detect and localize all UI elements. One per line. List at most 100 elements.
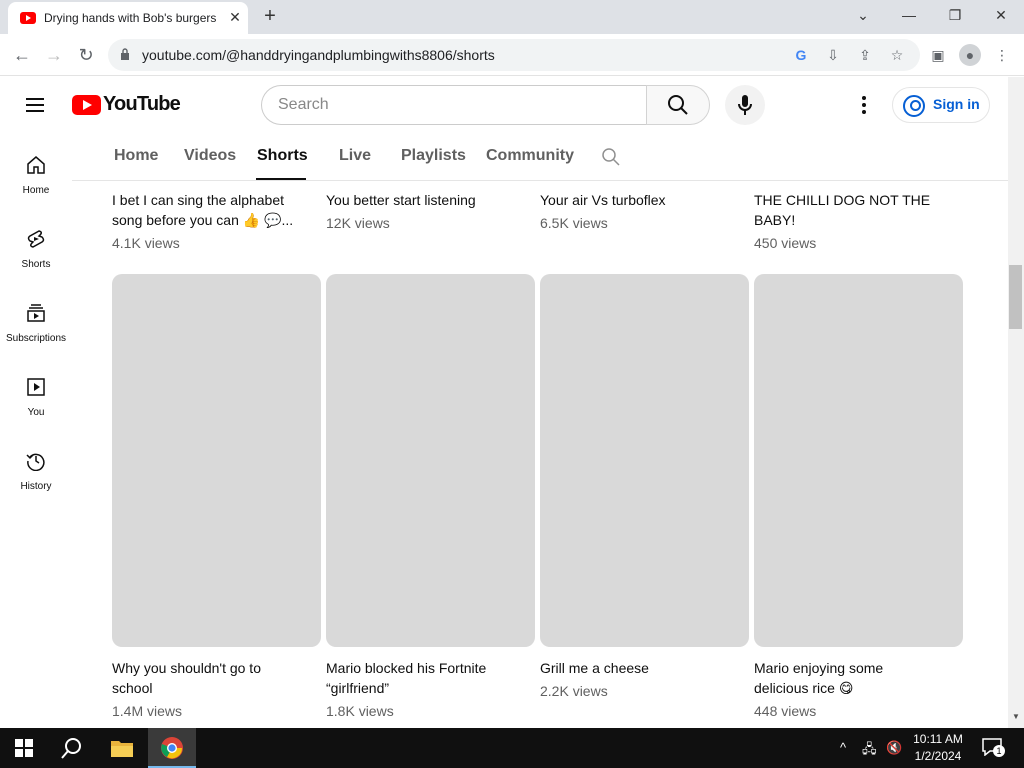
short-views: 6.5K views <box>540 215 608 231</box>
browser-tab[interactable]: Drying hands with Bob's burgers ✕ <box>8 2 248 34</box>
folder-icon <box>111 741 133 757</box>
short-thumbnail[interactable] <box>326 274 535 647</box>
history-icon <box>26 453 45 471</box>
short-views: 448 views <box>754 703 817 719</box>
close-window-button[interactable]: ✕ <box>978 0 1024 34</box>
microphone-icon <box>738 95 752 115</box>
scroll-down-arrow-icon[interactable]: ▼ <box>1010 712 1022 724</box>
windows-logo-icon <box>15 739 33 757</box>
url-text[interactable]: youtube.com/@handdryingandplumbingwiths8… <box>142 47 495 63</box>
clock-date[interactable]: 1/2/2024 <box>906 749 970 763</box>
profile-avatar-icon[interactable]: ● <box>959 44 981 66</box>
guide-label: Shorts <box>21 259 51 270</box>
search-button[interactable] <box>646 85 710 125</box>
search-icon <box>668 95 688 115</box>
short-title[interactable]: I bet I can sing the alphabet <box>112 190 312 210</box>
page-scrollbar[interactable] <box>1008 77 1024 728</box>
notifications-button[interactable]: 1 <box>982 738 1005 758</box>
short-title[interactable]: Why you shouldn't go to <box>112 658 312 678</box>
tabs-divider <box>72 180 1008 181</box>
guide-item-shorts[interactable]: Shorts <box>0 229 72 295</box>
youtube-logo-text[interactable]: YouTube <box>103 93 181 116</box>
hamburger-menu-icon[interactable] <box>24 93 48 117</box>
account-icon <box>903 95 925 117</box>
voice-search-button[interactable] <box>725 85 765 125</box>
subscriptions-icon <box>27 304 45 322</box>
youtube-page: YouTube Search Sign in Home Shorts Subsc… <box>0 77 1008 728</box>
short-thumbnail[interactable] <box>540 274 749 647</box>
guide-item-history[interactable]: History <box>0 451 72 517</box>
chrome-menu-icon[interactable]: ⋮ <box>991 44 1013 66</box>
bookmark-star-icon[interactable]: ☆ <box>888 46 906 64</box>
minimize-button[interactable]: — <box>886 0 932 34</box>
file-explorer-button[interactable] <box>98 728 146 768</box>
short-thumbnail[interactable] <box>754 274 963 647</box>
short-title[interactable]: Grill me a cheese <box>540 658 740 678</box>
network-icon[interactable]: 🖧 <box>862 740 877 762</box>
tab-shorts[interactable]: Shorts <box>257 147 308 165</box>
settings-more-icon[interactable] <box>852 93 876 117</box>
short-views: 450 views <box>754 235 817 251</box>
guide-label: Subscriptions <box>5 333 67 344</box>
tab-search-dropdown-icon[interactable]: ⌄ <box>840 0 886 34</box>
search-placeholder: Search <box>278 96 329 113</box>
channel-search-icon[interactable] <box>601 147 621 167</box>
home-icon <box>27 156 45 174</box>
short-title[interactable]: Your air Vs turboflex <box>540 190 740 210</box>
short-title[interactable]: school <box>112 678 312 698</box>
new-tab-button[interactable]: + <box>258 5 282 29</box>
windows-taskbar: ^ 🖧 🔇 10:11 AM 1/2/2024 1 <box>0 728 1024 768</box>
tab-community[interactable]: Community <box>486 147 574 165</box>
share-icon[interactable]: ⇪ <box>856 46 874 64</box>
tab-live[interactable]: Live <box>339 147 371 165</box>
short-title[interactable]: You better start listening <box>326 190 526 210</box>
short-title[interactable]: song before you can 👍 💬... <box>112 210 312 230</box>
youtube-logo-icon[interactable] <box>72 95 101 115</box>
short-title[interactable]: “girlfriend” <box>326 678 526 698</box>
google-lens-icon[interactable]: G <box>792 46 810 64</box>
chrome-icon <box>161 737 183 759</box>
short-thumbnail[interactable] <box>112 274 321 647</box>
short-views: 1.4M views <box>112 703 183 719</box>
shorts-icon <box>27 230 45 248</box>
restore-button[interactable]: ❐ <box>932 0 978 34</box>
short-views: 4.1K views <box>112 235 180 251</box>
reload-icon[interactable]: ↻ <box>74 43 98 67</box>
guide-label: Home <box>22 185 50 196</box>
back-arrow-icon[interactable]: ← <box>10 43 34 67</box>
chrome-taskbar-button[interactable] <box>148 728 196 768</box>
guide-item-you[interactable]: You <box>0 377 72 443</box>
sign-in-label: Sign in <box>933 96 980 112</box>
volume-muted-icon[interactable]: 🔇 <box>886 740 902 756</box>
short-title[interactable]: Mario enjoying some <box>754 658 954 678</box>
search-input[interactable]: Search <box>261 85 647 125</box>
short-views: 1.8K views <box>326 703 394 719</box>
side-panel-icon[interactable]: ▣ <box>927 44 949 66</box>
short-title[interactable]: Mario blocked his Fortnite <box>326 658 526 678</box>
taskbar-search-button[interactable] <box>48 728 96 768</box>
forward-arrow-icon[interactable]: → <box>42 43 66 67</box>
youtube-favicon-icon <box>20 12 36 24</box>
guide-item-home[interactable]: Home <box>0 155 72 221</box>
tab-playlists[interactable]: Playlists <box>401 147 466 165</box>
notification-count: 1 <box>993 745 1005 757</box>
tab-title: Drying hands with Bob's burgers <box>44 11 216 25</box>
sign-in-button[interactable]: Sign in <box>892 87 990 123</box>
tab-videos[interactable]: Videos <box>184 147 236 165</box>
tray-chevron-icon[interactable]: ^ <box>840 740 846 755</box>
scrollbar-thumb[interactable] <box>1009 265 1022 329</box>
address-bar[interactable]: youtube.com/@handdryingandplumbingwiths8… <box>108 39 920 71</box>
short-title[interactable]: BABY! <box>754 210 954 230</box>
short-views: 12K views <box>326 215 390 231</box>
guide-label: You <box>27 407 45 418</box>
install-icon[interactable]: ⇩ <box>824 46 842 64</box>
guide-item-subscriptions[interactable]: Subscriptions <box>0 303 72 369</box>
search-icon <box>61 738 81 759</box>
guide-label: History <box>20 481 52 492</box>
start-button[interactable] <box>0 728 48 768</box>
clock-time[interactable]: 10:11 AM <box>906 732 970 746</box>
short-title[interactable]: THE CHILLI DOG NOT THE <box>754 190 954 210</box>
short-title[interactable]: delicious rice 😋 <box>754 678 954 698</box>
tab-close-icon[interactable]: ✕ <box>226 8 244 26</box>
tab-home[interactable]: Home <box>114 147 158 165</box>
